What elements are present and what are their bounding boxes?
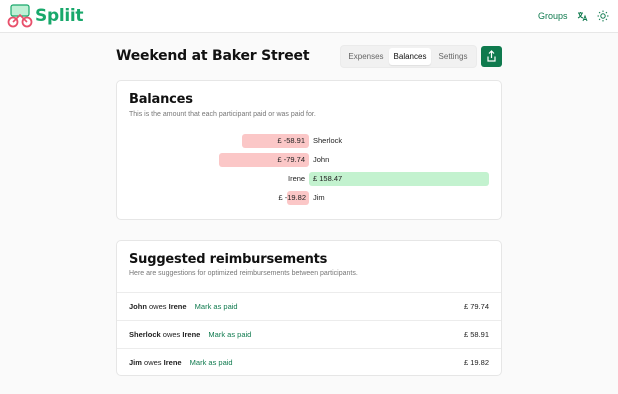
reimbursement-amount: £ 58.91: [463, 330, 489, 339]
language-icon[interactable]: [576, 10, 588, 22]
reimbursement-amount: £ 19.82: [463, 358, 489, 367]
balance-name-sherlock: Sherlock: [313, 136, 343, 145]
app-name[interactable]: Spliit: [35, 6, 84, 26]
top-bar: Spliit Groups: [0, 0, 618, 33]
balances-title: Balances: [129, 92, 193, 107]
share-button[interactable]: [481, 46, 502, 67]
balance-name-irene: Irene: [288, 174, 306, 183]
tab-balances[interactable]: Balances: [389, 48, 431, 65]
reimbursement-row: Sherlock owes Irene Mark as paid £ 58.91: [117, 320, 501, 348]
tab-bar: Expenses Balances Settings: [340, 45, 477, 68]
balance-bar-sherlock: £ -58.91: [242, 134, 309, 148]
reimbursements-title: Suggested reimbursements: [129, 252, 328, 267]
reimbursement-amount: £ 79.74: [463, 302, 489, 311]
mark-as-paid-link[interactable]: Mark as paid: [208, 330, 251, 339]
tab-expenses[interactable]: Expenses: [344, 48, 388, 65]
balances-card: Balances This is the amount that each pa…: [116, 80, 502, 220]
payee-name: Irene: [182, 330, 201, 339]
reimbursements-subtitle: Here are suggestions for optimized reimb…: [129, 270, 358, 277]
payer-name: John: [129, 302, 147, 311]
tab-settings[interactable]: Settings: [432, 48, 474, 65]
share-icon: [487, 50, 496, 62]
page-title: Weekend at Baker Street: [116, 48, 310, 64]
payee-name: Irene: [168, 302, 187, 311]
mark-as-paid-link[interactable]: Mark as paid: [190, 358, 233, 367]
payer-name: Sherlock: [129, 330, 161, 339]
payee-name: Irene: [163, 358, 182, 367]
balance-value-jim: £ -19.82: [278, 193, 306, 202]
owes-label: owes: [144, 358, 162, 367]
balance-name-jim: Jim: [313, 193, 325, 202]
mark-as-paid-link[interactable]: Mark as paid: [195, 302, 238, 311]
payer-name: Jim: [129, 358, 142, 367]
theme-sun-icon[interactable]: [597, 10, 609, 22]
balance-bar-john: £ -79.74: [219, 153, 309, 167]
owes-label: owes: [162, 330, 181, 339]
owes-label: owes: [149, 302, 167, 311]
reimbursement-row: John owes Irene Mark as paid £ 79.74: [117, 292, 501, 320]
nav-groups-link[interactable]: Groups: [538, 11, 568, 21]
balance-bar-irene: £ 158.47: [309, 172, 489, 186]
reimbursement-row: Jim owes Irene Mark as paid £ 19.82: [117, 348, 501, 376]
reimbursements-card: Suggested reimbursements Here are sugges…: [116, 240, 502, 376]
balance-name-john: John: [313, 155, 330, 164]
balances-subtitle: This is the amount that each participant…: [129, 111, 316, 118]
